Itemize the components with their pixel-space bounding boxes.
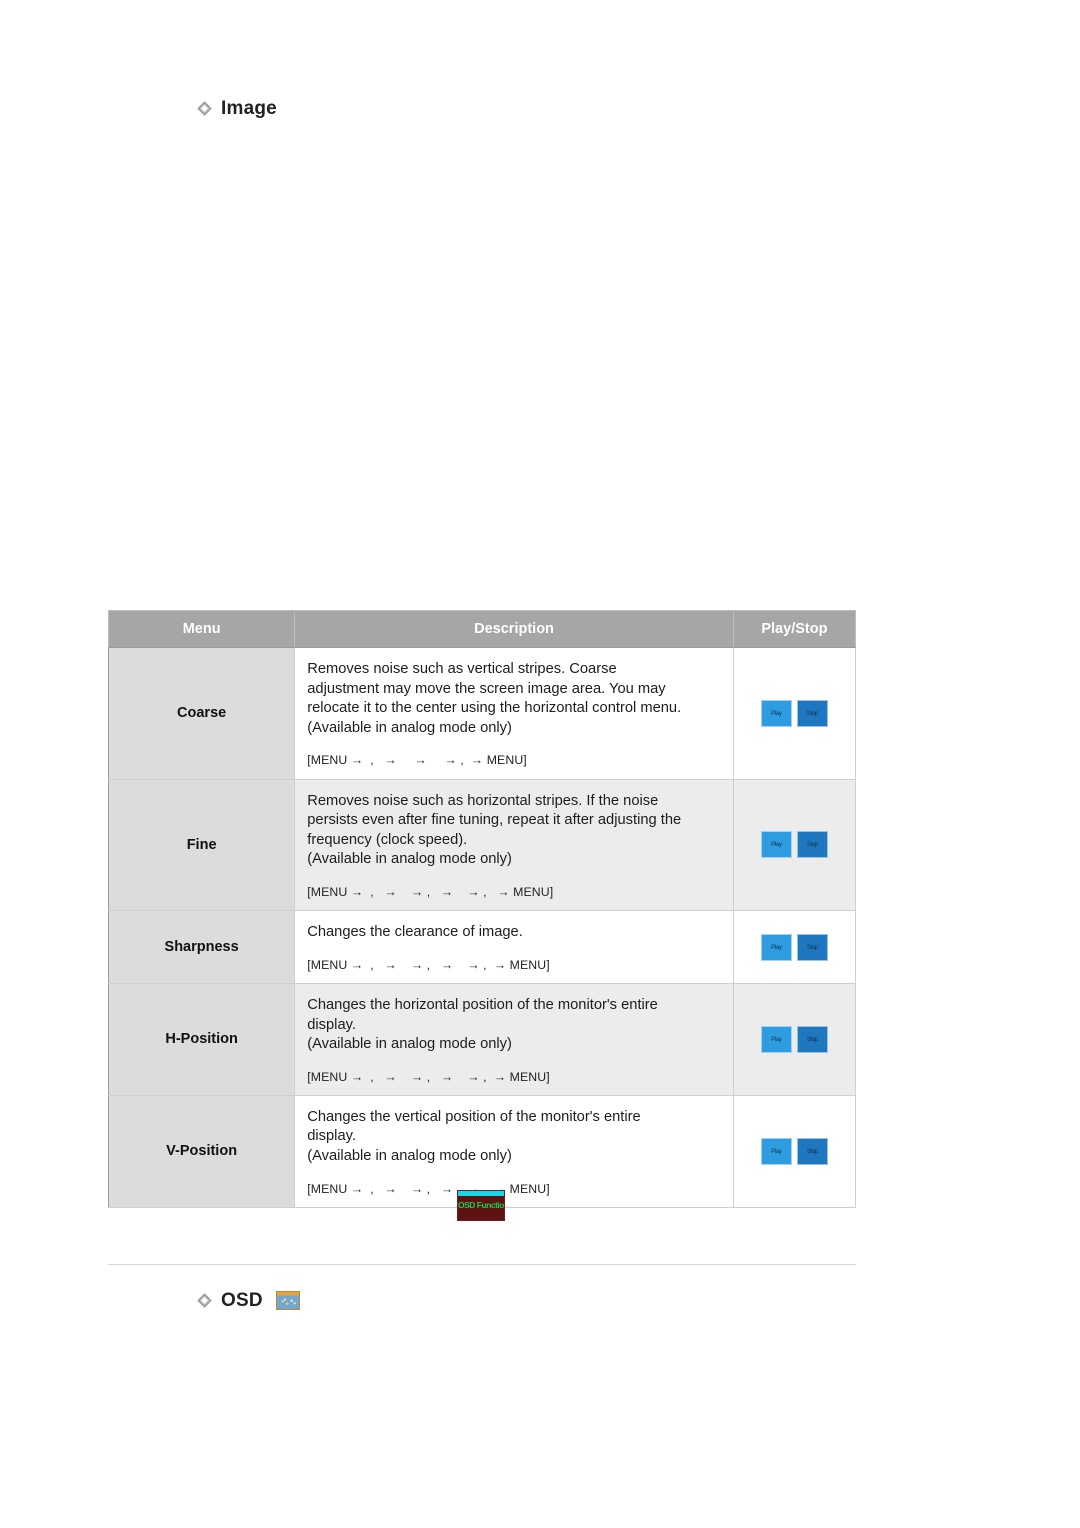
desc-line: Removes noise such as vertical stripes. … xyxy=(307,661,617,677)
document-page: Image Menu Description Play/Stop Coarse … xyxy=(0,0,1080,1528)
section-heading-osd: OSD xyxy=(197,1291,300,1310)
osd-function-badge[interactable]: OSD Function xyxy=(457,1190,505,1221)
menu-path-fine: [MENU → , → → , → → , → MENU] xyxy=(307,884,554,899)
description-fine: Removes noise such as horizontal stripes… xyxy=(294,778,734,912)
description-coarse: Removes noise such as vertical stripes. … xyxy=(294,647,734,780)
stop-button[interactable]: Stop xyxy=(796,1137,828,1165)
desc-line: display. xyxy=(307,1016,356,1033)
diamond-bullet-icon xyxy=(197,101,212,116)
desc-line: Removes noise such as horizontal stripes… xyxy=(307,792,659,809)
menu-name-v-position: V-Position xyxy=(108,1094,296,1208)
table-row: H-Position Changes the horizontal positi… xyxy=(108,982,857,1096)
menu-name-coarse: Coarse xyxy=(108,647,296,780)
desc-line: display. xyxy=(307,1128,356,1145)
menu-path-coarse: [MENU → , → → → , → MENU] xyxy=(307,753,527,768)
section-title-osd: OSD xyxy=(221,1290,263,1311)
osd-preview-thumbnail-icon[interactable] xyxy=(275,1291,300,1310)
column-header-menu: Menu xyxy=(107,610,296,648)
menu-path-h-position: [MENU → , → → , → → , → MENU] xyxy=(307,1069,550,1084)
menu-name-fine: Fine xyxy=(108,778,296,912)
desc-line: Changes the vertical position of the mon… xyxy=(307,1108,641,1125)
desc-line: persists even after fine tuning, repeat … xyxy=(307,812,682,829)
playstop-cell-sharpness: Play Stop xyxy=(732,910,857,984)
desc-line: (Available in analog mode only) xyxy=(307,1148,512,1165)
playstop-cell-fine: Play Stop xyxy=(732,778,857,912)
table-row: Coarse Removes noise such as vertical st… xyxy=(108,647,857,780)
section-title-image: Image xyxy=(221,98,277,119)
description-h-position: Changes the horizontal position of the m… xyxy=(294,982,734,1096)
playstop-cell-h-position: Play Stop xyxy=(732,982,857,1096)
table-header-row: Menu Description Play/Stop xyxy=(107,610,857,648)
play-button[interactable]: Play xyxy=(760,933,792,961)
column-header-playstop: Play/Stop xyxy=(732,610,857,648)
playstop-cell-coarse: Play Stop xyxy=(732,647,857,780)
table-body: Coarse Removes noise such as vertical st… xyxy=(108,647,857,1208)
section-divider xyxy=(108,1264,856,1265)
badge-accent-bar xyxy=(458,1191,504,1196)
badge-label: OSD Function xyxy=(458,1200,505,1210)
desc-line: relocate it to the center using the hori… xyxy=(307,700,682,717)
column-header-description: Description xyxy=(294,610,734,648)
desc-line: (Available in analog mode only) xyxy=(307,851,512,868)
stop-button[interactable]: Stop xyxy=(796,831,828,859)
desc-line: adjustment may move the screen image are… xyxy=(307,680,666,697)
stop-button[interactable]: Stop xyxy=(796,933,828,961)
desc-line: frequency (clock speed). xyxy=(307,831,468,848)
menu-name-sharpness: Sharpness xyxy=(108,910,296,984)
description-sharpness: Changes the clearance of image. [MENU → … xyxy=(294,910,734,984)
play-button[interactable]: Play xyxy=(760,831,792,859)
description-v-position: Changes the vertical position of the mon… xyxy=(294,1094,734,1208)
desc-line: (Available in analog mode only) xyxy=(307,719,512,736)
image-settings-table: Menu Description Play/Stop Coarse Remove… xyxy=(107,610,857,1208)
menu-path-sharpness: [MENU → , → → , → → , → MENU] xyxy=(307,957,550,972)
desc-line: (Available in analog mode only) xyxy=(307,1036,512,1053)
section-heading-image: Image xyxy=(197,99,277,118)
playstop-cell-v-position: Play Stop xyxy=(732,1094,857,1208)
table-row: Fine Removes noise such as horizontal st… xyxy=(108,778,857,912)
diamond-bullet-icon xyxy=(197,1293,212,1308)
play-button[interactable]: Play xyxy=(760,1137,792,1165)
desc-line: Changes the clearance of image. xyxy=(307,924,523,941)
play-button[interactable]: Play xyxy=(760,1025,792,1053)
play-button[interactable]: Play xyxy=(760,699,792,727)
desc-line: Changes the horizontal position of the m… xyxy=(307,996,658,1013)
stop-button[interactable]: Stop xyxy=(796,1025,828,1053)
stop-button[interactable]: Stop xyxy=(796,699,828,727)
menu-path-v-position: [MENU → , → → , → → , → MENU] xyxy=(307,1181,550,1196)
menu-name-h-position: H-Position xyxy=(108,982,296,1096)
table-row: Sharpness Changes the clearance of image… xyxy=(108,910,857,984)
